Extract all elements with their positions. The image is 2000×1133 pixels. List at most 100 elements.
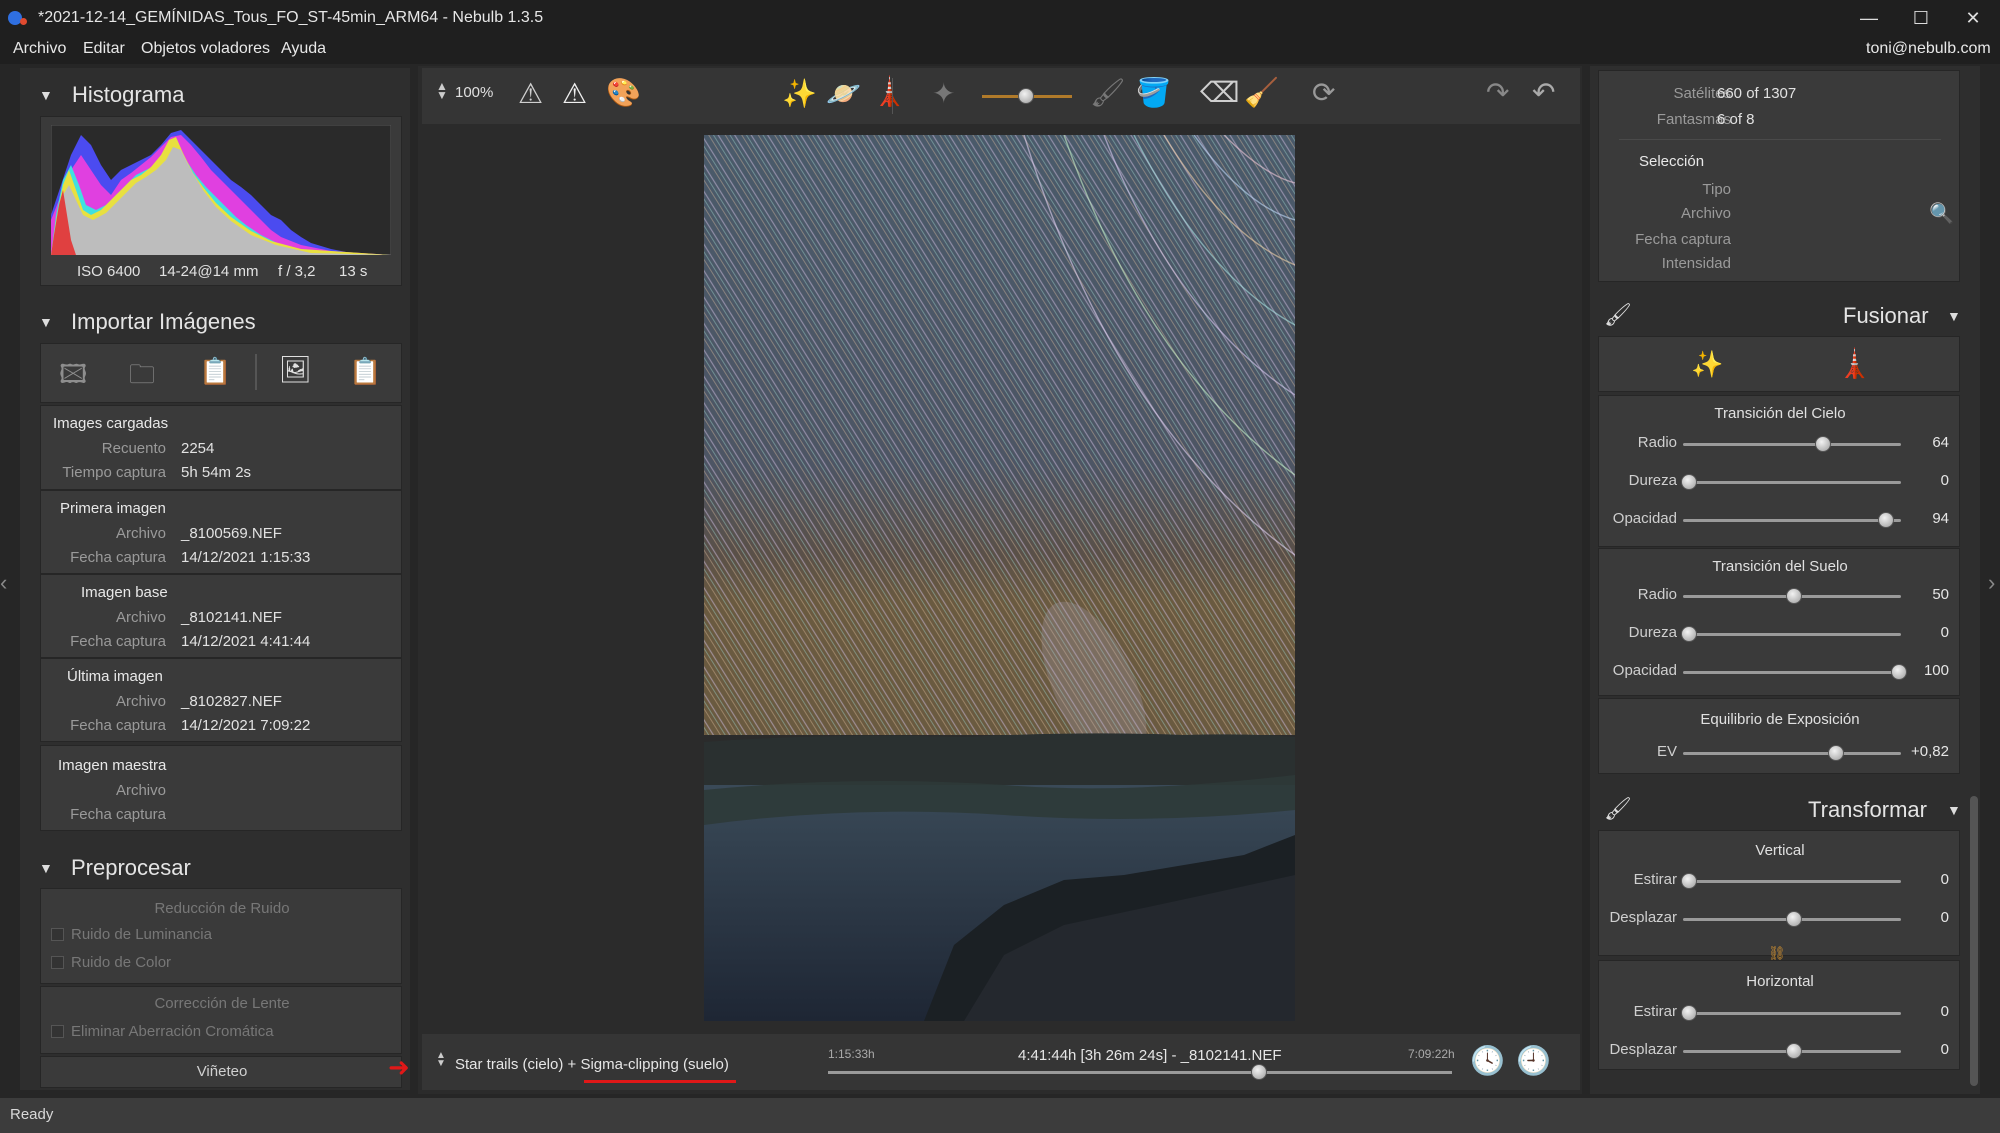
noise-reduction-title: Reducción de Ruido bbox=[154, 900, 290, 917]
aberration-label: Eliminar Aberración Cromática bbox=[71, 1023, 274, 1040]
sky-stars-icon[interactable]: ✨ bbox=[1691, 349, 1723, 380]
slider-value: 0 bbox=[1940, 871, 1949, 888]
slider-track[interactable] bbox=[1683, 481, 1901, 484]
slider-label: Radio bbox=[1637, 586, 1677, 603]
satellite-icon[interactable]: 🪐 bbox=[826, 77, 861, 110]
refresh-icon[interactable]: ⟳ bbox=[1312, 76, 1335, 109]
timeline-knob[interactable] bbox=[1250, 1064, 1267, 1080]
luminance-label: Ruido de Luminancia bbox=[71, 926, 212, 943]
palette-icon[interactable]: 🎨 bbox=[606, 76, 641, 109]
slider-value: 94 bbox=[1932, 510, 1949, 527]
selection-title: Selección bbox=[1639, 153, 1705, 170]
ghosts-label: Fantasmas bbox=[1656, 111, 1731, 128]
images-loaded-group: Images cargadas Recuento 2254 Tiempo cap… bbox=[40, 405, 402, 490]
menu-ayuda[interactable]: Ayuda bbox=[281, 40, 326, 58]
histogram-panel: ISO 6400 14-24@14 mm f / 3,2 13 s bbox=[40, 116, 402, 286]
slider-knob[interactable] bbox=[1786, 588, 1802, 604]
image-preview[interactable] bbox=[704, 135, 1295, 1021]
zoom-spin-icon[interactable]: ▲ ▼ bbox=[436, 80, 448, 101]
preprocess-collapse-icon[interactable]: ▼ bbox=[39, 860, 53, 876]
clock-icon[interactable]: 🕓 bbox=[1470, 1044, 1505, 1077]
import-folder-icon[interactable]: 🗀 bbox=[129, 356, 155, 400]
window-title: *2021-12-14_GEMÍNIDAS_Tous_FO_ST-45min_A… bbox=[38, 9, 544, 26]
slider-label: Desplazar bbox=[1609, 909, 1677, 926]
zoom-level[interactable]: 100% bbox=[455, 84, 493, 101]
close-button[interactable]: ✕ bbox=[1948, 0, 1998, 36]
preprocess-title: Preprocesar bbox=[71, 855, 191, 880]
slider-track[interactable] bbox=[1683, 443, 1901, 446]
menu-archivo[interactable]: Archivo bbox=[13, 40, 66, 58]
slider-knob[interactable] bbox=[1786, 911, 1802, 927]
menu-editar[interactable]: Editar bbox=[83, 40, 125, 58]
magic-wand-icon[interactable]: ✦ bbox=[932, 77, 955, 110]
minimize-button[interactable]: — bbox=[1844, 0, 1894, 36]
slider-track[interactable] bbox=[1683, 1012, 1901, 1015]
mode-selector[interactable]: Star trails (cielo) + Sigma-clipping (su… bbox=[455, 1056, 729, 1073]
warning-outline-icon[interactable]: ⚠ bbox=[518, 77, 543, 110]
histogram-collapse-icon[interactable]: ▼ bbox=[39, 87, 53, 103]
bottom-bar: ▲ ▼ Star trails (cielo) + Sigma-clipping … bbox=[422, 1034, 1580, 1090]
broom-icon[interactable]: 🧹 bbox=[1244, 76, 1279, 109]
slider-knob[interactable] bbox=[1815, 436, 1832, 452]
ev-slider-knob[interactable] bbox=[1828, 745, 1844, 761]
brush-icon[interactable]: 🖌 bbox=[1090, 76, 1126, 109]
ev-slider-track[interactable] bbox=[1683, 752, 1901, 755]
bucket-icon[interactable]: 🪣 bbox=[1136, 76, 1171, 109]
user-account[interactable]: toni@nebulb.com bbox=[1866, 40, 1991, 58]
slider-knob[interactable] bbox=[1878, 512, 1895, 528]
timeline-track[interactable] bbox=[828, 1071, 1452, 1074]
exposure-group: Equilibrio de Exposición EV +0,82 bbox=[1598, 698, 1960, 774]
fusion-collapse-icon[interactable]: ▼ bbox=[1947, 308, 1961, 324]
slider-knob[interactable] bbox=[1681, 626, 1697, 642]
menu-objetos-voladores[interactable]: Objetos voladores bbox=[141, 40, 270, 58]
transform-collapse-icon[interactable]: ▼ bbox=[1947, 802, 1961, 818]
last-date-value: 14/12/2021 7:09:22 bbox=[181, 717, 311, 734]
slider-knob[interactable] bbox=[1681, 873, 1697, 889]
warning-filled-icon[interactable]: ⚠ bbox=[562, 77, 587, 110]
import-clipboard-icon[interactable]: 📋 bbox=[199, 356, 231, 387]
slider-knob[interactable] bbox=[1681, 1005, 1697, 1021]
stars-icon[interactable]: ✨ bbox=[782, 77, 817, 110]
aberration-checkbox[interactable] bbox=[51, 1025, 64, 1038]
tower-icon[interactable]: 🗼 bbox=[872, 75, 907, 108]
right-scrollbar[interactable] bbox=[1970, 796, 1978, 1086]
ground-tower-icon[interactable]: 🗼 bbox=[1837, 347, 1872, 380]
maximize-button[interactable]: ☐ bbox=[1896, 0, 1946, 36]
main-toolbar: ▲ ▼ 100% ⚠ ⚠ 🎨 ✨ 🪐 🗼 ✦ 🖌 🪣 ⌫ 🧹 ⟳ ↷ ↶ bbox=[422, 68, 1580, 124]
import-photos-icon[interactable]: 🖾 bbox=[59, 356, 87, 400]
count-value: 2254 bbox=[181, 440, 215, 457]
objects-info-group: Satélites 660 of 1307 Fantasmas 6 of 8 S… bbox=[1598, 70, 1960, 282]
slider-knob[interactable] bbox=[1786, 1043, 1802, 1059]
timeline-center-label: 4:41:44h [3h 26m 24s] - _8102141.NEF bbox=[1018, 1047, 1282, 1064]
mode-highlight-text: Sigma-clipping (suelo) bbox=[580, 1056, 729, 1073]
slider-track[interactable] bbox=[1683, 633, 1901, 636]
histogram-title: Histograma bbox=[72, 82, 185, 107]
slider-track[interactable] bbox=[1683, 519, 1901, 522]
vignette-group[interactable]: Viñeteo bbox=[40, 1056, 402, 1088]
noise-reduction-group: Reducción de Ruido Ruido de Luminancia R… bbox=[40, 888, 402, 984]
last-image-group: Última imagen Archivo _8102827.NEF Fecha… bbox=[40, 658, 402, 742]
import-paste-icon[interactable]: 📋 bbox=[349, 356, 381, 387]
slider-track[interactable] bbox=[1683, 671, 1901, 674]
locate-search-icon[interactable]: 🔍 bbox=[1929, 201, 1954, 226]
eraser-icon[interactable]: ⌫ bbox=[1200, 76, 1240, 109]
slider-knob[interactable] bbox=[1681, 474, 1697, 490]
slider-value: 0 bbox=[1940, 472, 1949, 489]
first-image-title: Primera imagen bbox=[60, 500, 166, 517]
ghosts-value: 6 of 8 bbox=[1717, 111, 1755, 128]
collapse-left-icon[interactable]: ‹ bbox=[0, 570, 7, 596]
import-master-image-icon[interactable]: 🖼 bbox=[279, 354, 312, 385]
luminance-checkbox[interactable] bbox=[51, 928, 64, 941]
brush-size-knob[interactable] bbox=[1018, 88, 1034, 104]
color-noise-checkbox[interactable] bbox=[51, 956, 64, 969]
import-collapse-icon[interactable]: ▼ bbox=[39, 314, 53, 330]
vignette-title: Viñeteo bbox=[196, 1063, 248, 1080]
slider-track[interactable] bbox=[1683, 880, 1901, 883]
redo-icon[interactable]: ↷ bbox=[1486, 76, 1509, 109]
mode-spin-icon[interactable]: ▲ ▼ bbox=[436, 1051, 446, 1069]
undo-icon[interactable]: ↶ bbox=[1532, 76, 1555, 109]
clock-history-icon[interactable]: 🕘 bbox=[1516, 1044, 1551, 1077]
collapse-right-icon[interactable]: › bbox=[1988, 570, 1995, 596]
histogram-shutter: 13 s bbox=[339, 263, 368, 280]
last-file-value: _8102827.NEF bbox=[181, 693, 282, 710]
